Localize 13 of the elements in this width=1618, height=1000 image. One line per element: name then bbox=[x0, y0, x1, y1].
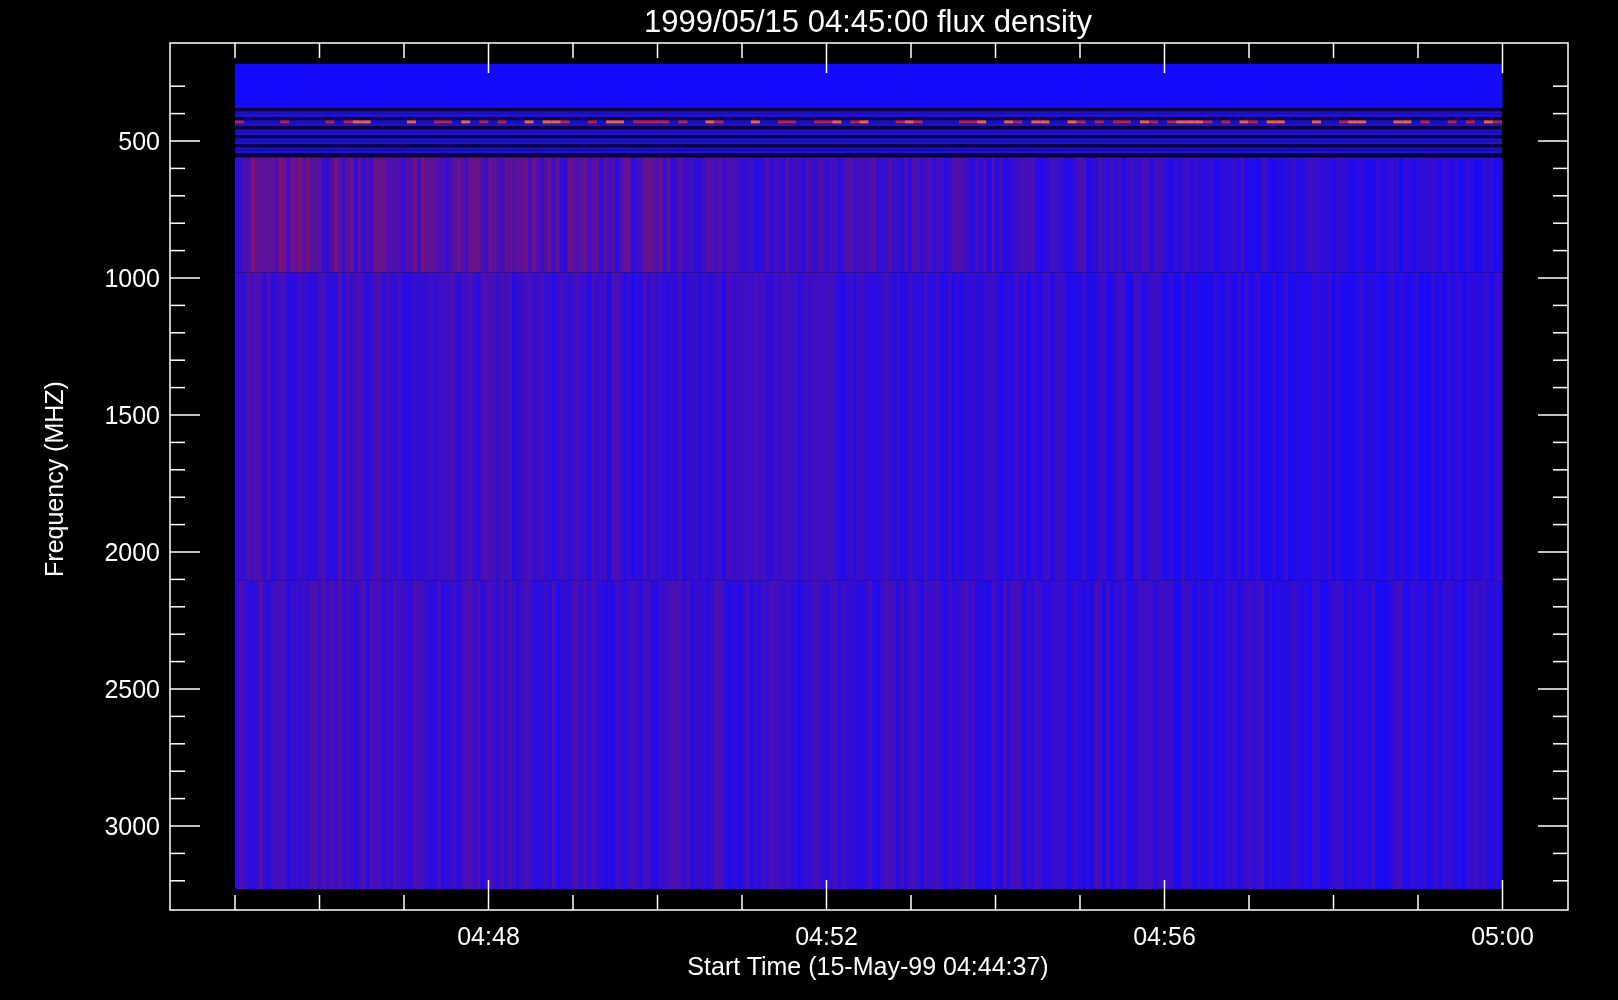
x-tick-label: 04:48 bbox=[457, 922, 520, 950]
x-tick-label: 05:00 bbox=[1471, 922, 1534, 950]
x-tick-label: 04:52 bbox=[795, 922, 858, 950]
y-tick-label: 2000 bbox=[104, 538, 160, 566]
plot-title: 1999/05/15 04:45:00 flux density bbox=[643, 4, 1093, 39]
y-tick-label: 3000 bbox=[104, 812, 160, 840]
y-tick-label: 1000 bbox=[104, 264, 160, 292]
y-tick-label: 1500 bbox=[104, 401, 160, 429]
x-axis-label: Start Time (15-May-99 04:44:37) bbox=[687, 952, 1049, 980]
y-tick-label: 500 bbox=[118, 127, 160, 155]
y-tick-label: 2500 bbox=[104, 675, 160, 703]
y-axis-label: Frequency (MHZ) bbox=[40, 381, 68, 577]
x-tick-label: 04:56 bbox=[1133, 922, 1196, 950]
